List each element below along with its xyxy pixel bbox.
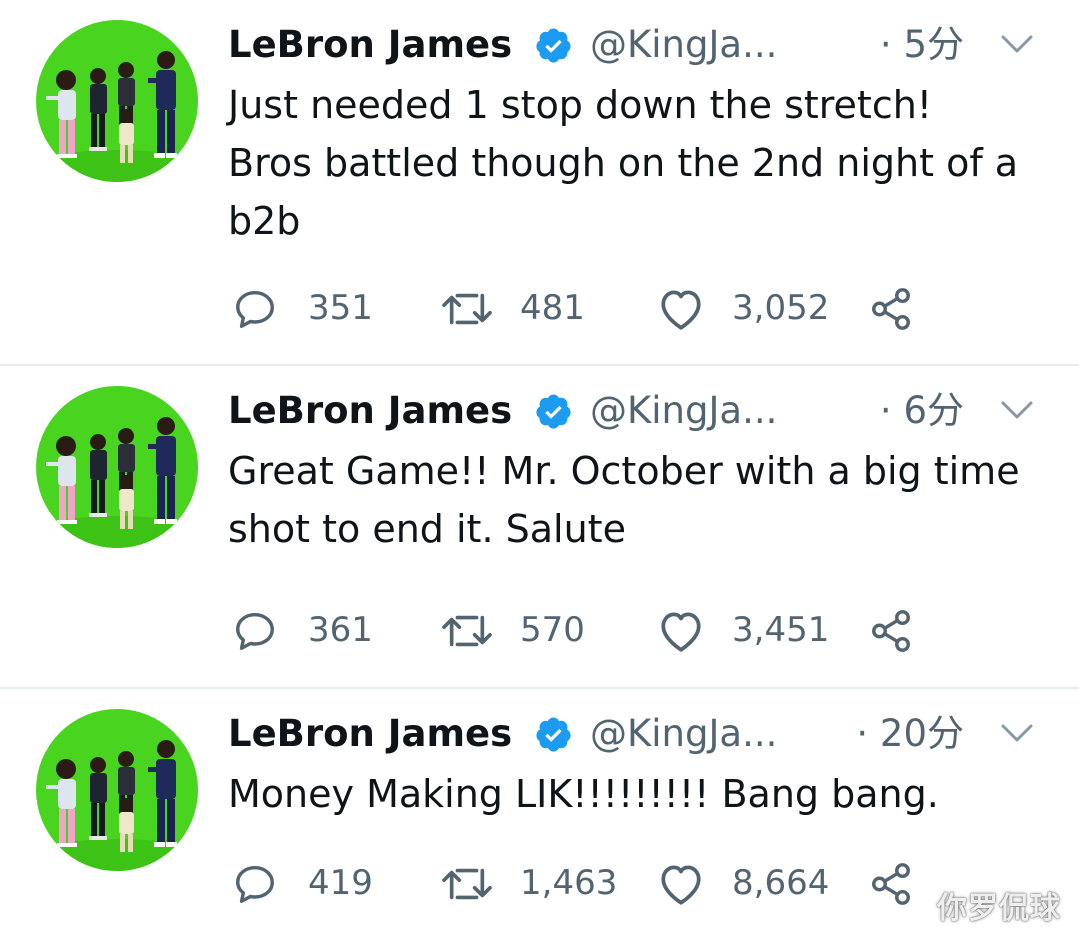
retweet-count: 481 <box>520 288 585 328</box>
tweet-card[interactable]: LeBron James @KingJa... · 20分 Money Maki… <box>0 689 1079 947</box>
reply-count: 361 <box>308 610 373 650</box>
verified-badge-icon <box>534 26 573 65</box>
tweet-text: Just needed 1 stop down the stretch! Bro… <box>228 83 1019 243</box>
tweet-card[interactable]: LeBron James @KingJa... · 6分 Great Game!… <box>0 366 1079 689</box>
tweet-card[interactable]: LeBron James @KingJa... · 5分 Just needed… <box>0 0 1079 366</box>
tweet-text: Great Game!! Mr. October with a big time… <box>228 449 1020 551</box>
heart-icon <box>661 290 701 330</box>
avatar[interactable] <box>36 709 198 871</box>
tweet-header: LeBron James @KingJa... · 6分 <box>228 386 1079 436</box>
author-handle[interactable]: @KingJa... <box>590 709 777 759</box>
chevron-down-icon[interactable] <box>999 721 1035 745</box>
retweet-icon <box>442 615 492 647</box>
tweet-timestamp[interactable]: · 20分 <box>856 709 964 759</box>
author-name[interactable]: LeBron James <box>228 386 512 436</box>
like-count: 3,451 <box>732 610 830 650</box>
avatar[interactable] <box>36 386 198 548</box>
reply-count: 419 <box>308 863 373 903</box>
tweet-header: LeBron James @KingJa... · 5分 <box>228 20 1079 70</box>
author-handle[interactable]: @KingJa... <box>590 20 777 70</box>
like-count: 8,664 <box>732 863 830 903</box>
chevron-down-icon[interactable] <box>999 32 1035 56</box>
author-handle[interactable]: @KingJa... <box>590 386 777 436</box>
tweet-header: LeBron James @KingJa... · 20分 <box>228 709 1079 759</box>
retweet-count: 1,463 <box>520 863 618 903</box>
chevron-down-icon[interactable] <box>999 398 1035 422</box>
author-name[interactable]: LeBron James <box>228 20 512 70</box>
watermark: 你罗侃球 <box>937 891 1061 926</box>
verified-badge-icon <box>534 715 573 754</box>
share-icon <box>872 610 910 652</box>
share-icon <box>872 288 910 330</box>
author-name[interactable]: LeBron James <box>228 709 512 759</box>
tweet-actions: 361 570 3,451 <box>232 604 932 656</box>
tweet-actions: 351 481 3,052 <box>232 282 932 334</box>
retweet-count: 570 <box>520 610 585 650</box>
retweet-icon <box>442 868 492 900</box>
heart-icon <box>661 865 701 905</box>
verified-badge-icon <box>534 392 573 431</box>
heart-icon <box>661 612 701 652</box>
like-count: 3,052 <box>732 288 830 328</box>
tweet-text: Money Making LIK!!!!!!!!! Bang bang. <box>228 772 939 816</box>
reply-count: 351 <box>308 288 373 328</box>
tweet-actions: 419 1,463 8,664 <box>232 857 932 909</box>
retweet-icon <box>442 293 492 325</box>
reply-bubble-icon <box>236 290 274 328</box>
tweet-timestamp[interactable]: · 5分 <box>880 20 964 70</box>
avatar[interactable] <box>36 20 198 182</box>
reply-bubble-icon <box>236 612 274 650</box>
share-icon <box>872 863 910 905</box>
tweet-timestamp[interactable]: · 6分 <box>880 386 964 436</box>
reply-bubble-icon <box>236 865 274 903</box>
